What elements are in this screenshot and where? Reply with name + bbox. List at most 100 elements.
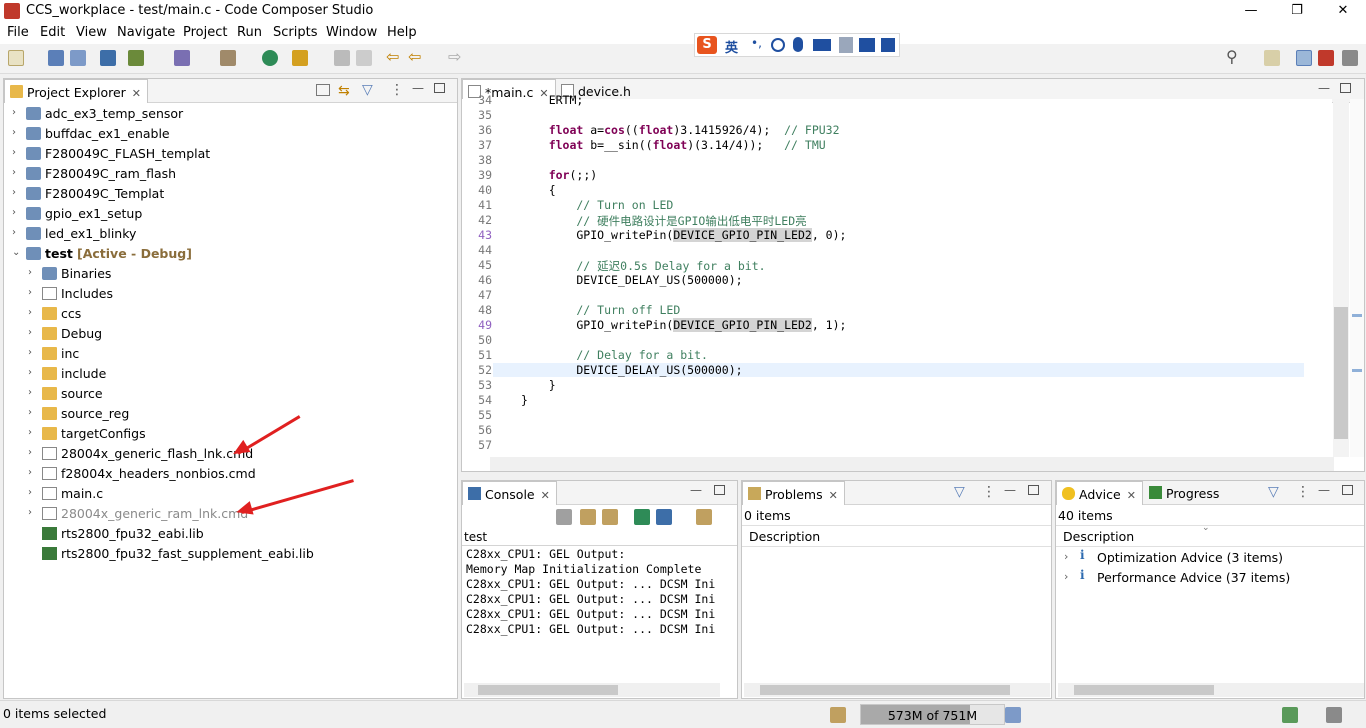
tree-item[interactable]: › F280049C_Templat xyxy=(4,184,457,204)
trash-icon[interactable] xyxy=(1005,707,1021,723)
tree-item[interactable]: › source_reg xyxy=(4,404,457,424)
chevron-right-icon[interactable]: › xyxy=(12,167,22,178)
chevron-right-icon[interactable]: › xyxy=(28,467,38,478)
chevron-right-icon[interactable]: › xyxy=(12,207,22,218)
menu-edit[interactable]: Edit xyxy=(40,25,65,40)
chevron-right-icon[interactable]: › xyxy=(28,387,38,398)
tree-item[interactable]: › source xyxy=(4,384,457,404)
tree-item[interactable]: › main.c xyxy=(4,484,457,504)
tab-advice[interactable]: Advice ✕ xyxy=(1056,481,1143,505)
open-console-icon[interactable] xyxy=(696,509,712,525)
expand-chevron-icon[interactable]: › xyxy=(1064,550,1068,563)
view-menu-icon[interactable]: ⋮ xyxy=(982,484,996,500)
minimize-view-icon[interactable]: — xyxy=(1004,483,1016,497)
chevron-right-icon[interactable]: › xyxy=(12,147,22,158)
chevron-right-icon[interactable]: › xyxy=(12,127,22,138)
scrollbar-thumb[interactable] xyxy=(1334,307,1348,439)
ime-language-label[interactable]: 英 xyxy=(725,37,738,56)
menu-help[interactable]: Help xyxy=(387,25,417,40)
menu-run[interactable]: Run xyxy=(237,25,262,40)
chevron-right-icon[interactable]: › xyxy=(28,367,38,378)
expand-chevron-icon[interactable]: › xyxy=(1064,570,1068,583)
perspective-icon[interactable] xyxy=(1342,50,1358,66)
tab-problems[interactable]: Problems ✕ xyxy=(742,481,845,505)
link-with-editor-icon[interactable]: ⇆ xyxy=(338,83,350,99)
connection-icon[interactable] xyxy=(1282,707,1298,723)
tree-item[interactable]: › Includes xyxy=(4,284,457,304)
emoji-icon[interactable] xyxy=(771,38,785,52)
editor-vertical-scrollbar[interactable] xyxy=(1333,99,1349,457)
terminal-icon[interactable] xyxy=(100,50,116,66)
tree-item[interactable]: rts2800_fpu32_fast_supplement_eabi.lib xyxy=(4,544,457,564)
advice-item[interactable]: › i Optimization Advice (3 items) xyxy=(1056,548,1364,568)
tree-item[interactable]: › targetConfigs xyxy=(4,424,457,444)
tree-item[interactable]: › gpio_ex1_setup xyxy=(4,204,457,224)
chevron-down-icon[interactable]: ⌄ xyxy=(12,247,22,258)
scrollbar-thumb[interactable] xyxy=(478,685,618,695)
save-all-icon[interactable] xyxy=(70,50,86,66)
tree-item[interactable]: › adc_ex3_temp_sensor xyxy=(4,104,457,124)
debug-icon[interactable] xyxy=(174,50,190,66)
menu-navigate[interactable]: Navigate xyxy=(117,25,175,40)
console-output[interactable]: C28xx_CPU1: GEL Output: Memory Map Initia… xyxy=(466,547,721,677)
tree-item[interactable]: › Debug xyxy=(4,324,457,344)
maximize-view-icon[interactable] xyxy=(714,485,725,495)
save-icon[interactable] xyxy=(48,50,64,66)
tree-item[interactable]: › F280049C_ram_flash xyxy=(4,164,457,184)
menu-file[interactable]: File xyxy=(7,25,29,40)
annotation-icon[interactable] xyxy=(334,50,350,66)
scroll-lock-icon[interactable] xyxy=(580,509,596,525)
view-menu-icon[interactable]: ⋮ xyxy=(1296,484,1310,500)
open-perspective-icon[interactable] xyxy=(1264,50,1280,66)
maximize-view-icon[interactable] xyxy=(1028,485,1039,495)
mark-occurrences-icon[interactable] xyxy=(356,50,372,66)
scrollbar-thumb[interactable] xyxy=(760,685,1010,695)
chevron-right-icon[interactable]: › xyxy=(28,487,38,498)
search-icon[interactable]: ⚲ xyxy=(1226,49,1242,66)
chevron-right-icon[interactable]: › xyxy=(12,107,22,118)
back-icon[interactable]: ⇦ xyxy=(386,49,402,66)
back-history-icon[interactable]: ⇦ xyxy=(408,49,424,66)
pin-console-icon[interactable] xyxy=(634,509,650,525)
chevron-right-icon[interactable]: › xyxy=(28,267,38,278)
chevron-right-icon[interactable]: › xyxy=(12,187,22,198)
chevron-right-icon[interactable]: › xyxy=(28,307,38,318)
chevron-right-icon[interactable]: › xyxy=(12,227,22,238)
view-menu-icon[interactable]: ⋮ xyxy=(390,82,404,98)
filter-icon[interactable]: ▽ xyxy=(954,484,965,500)
clear-console-icon[interactable] xyxy=(556,509,572,525)
chevron-right-icon[interactable]: › xyxy=(28,447,38,458)
minimize-button[interactable]: — xyxy=(1228,0,1274,22)
minimize-view-icon[interactable]: — xyxy=(1318,483,1330,497)
tree-item[interactable]: › Binaries xyxy=(4,264,457,284)
scrollbar-thumb[interactable] xyxy=(1074,685,1214,695)
close-icon[interactable]: ✕ xyxy=(132,87,141,100)
close-icon[interactable]: ✕ xyxy=(541,489,550,502)
maximize-view-icon[interactable] xyxy=(434,83,445,93)
tree-item[interactable]: rts2800_fpu32_eabi.lib xyxy=(4,524,457,544)
close-window-button[interactable]: ✕ xyxy=(1320,0,1366,22)
tab-progress[interactable]: Progress xyxy=(1144,481,1225,505)
minimize-view-icon[interactable]: — xyxy=(690,483,702,497)
tab-console[interactable]: Console ✕ xyxy=(462,481,557,505)
maximize-view-icon[interactable] xyxy=(1342,485,1353,495)
code-editor[interactable]: 34 ERTM; 35 36 float a=cos((float)3.141592… xyxy=(462,93,1332,457)
toolbox-icon[interactable] xyxy=(881,38,895,52)
menu-scripts[interactable]: Scripts xyxy=(273,25,317,40)
chevron-right-icon[interactable]: › xyxy=(28,287,38,298)
maximize-view-icon[interactable] xyxy=(1340,83,1351,93)
menu-view[interactable]: View xyxy=(76,25,107,40)
problems-horizontal-scrollbar[interactable] xyxy=(744,683,1050,697)
flash-icon[interactable] xyxy=(292,50,308,66)
tree-item[interactable]: › f28004x_headers_nonbios.cmd xyxy=(4,464,457,484)
debug-perspective-icon[interactable] xyxy=(1318,50,1334,66)
background-tasks-icon[interactable] xyxy=(830,707,846,723)
sogou-icon[interactable]: S xyxy=(697,36,717,54)
console-horizontal-scrollbar[interactable] xyxy=(464,683,720,697)
status-options-icon[interactable] xyxy=(1326,707,1342,723)
filter-icon[interactable]: ▽ xyxy=(1268,484,1279,500)
heap-status[interactable]: 573M of 751M xyxy=(860,704,1005,725)
edit-perspective-icon[interactable] xyxy=(1296,50,1312,66)
chevron-right-icon[interactable]: › xyxy=(28,327,38,338)
chevron-right-icon[interactable]: › xyxy=(28,347,38,358)
